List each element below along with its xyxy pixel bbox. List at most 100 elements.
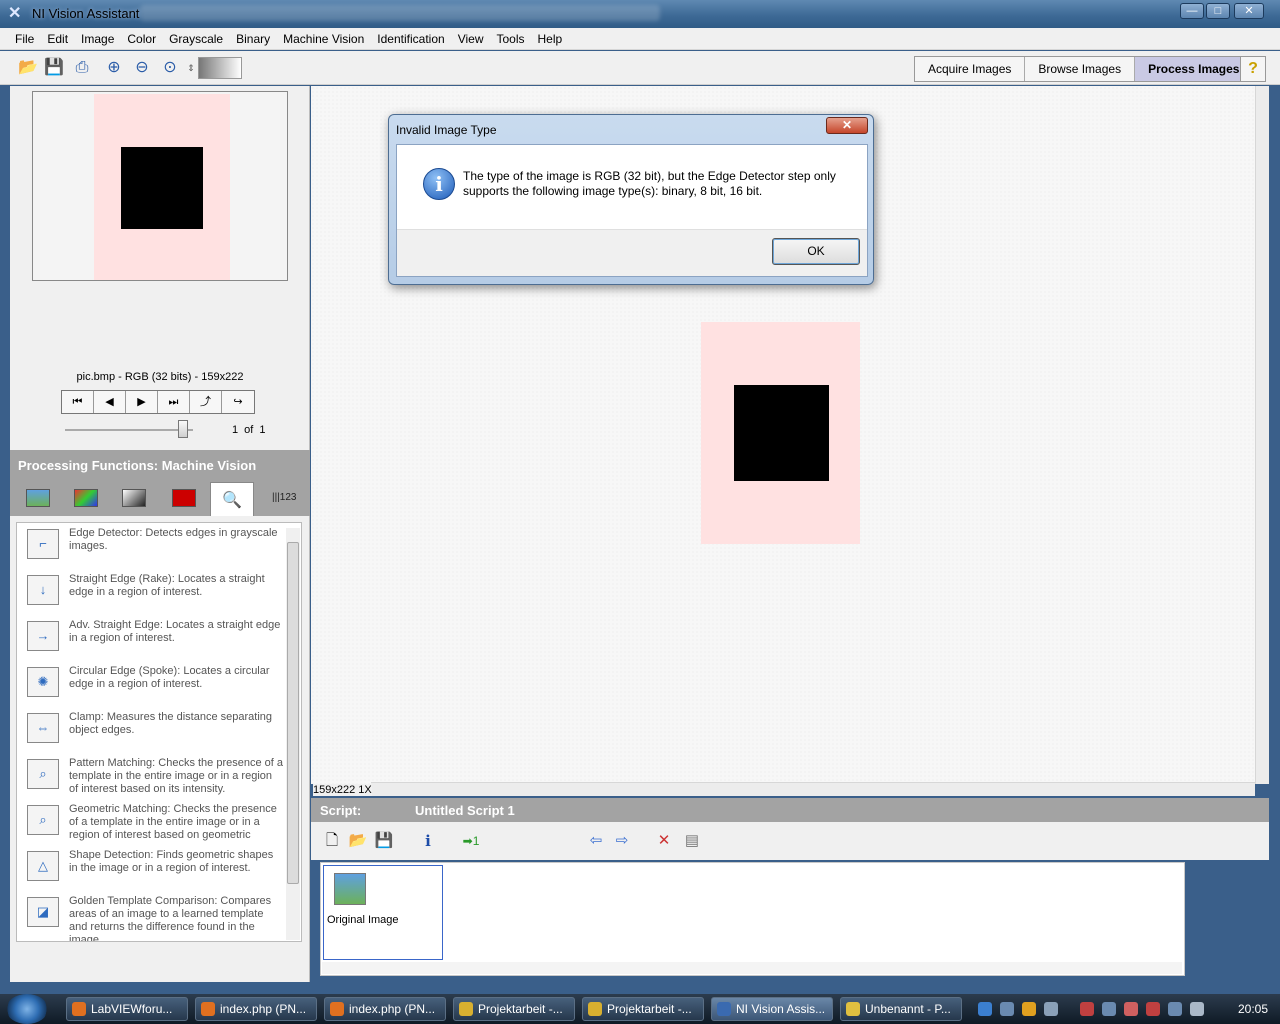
task-index-php-2[interactable]: index.php (PN... bbox=[324, 997, 446, 1021]
functions-scrollbar[interactable] bbox=[286, 528, 300, 940]
menu-identification[interactable]: Identification bbox=[370, 28, 450, 46]
close-button[interactable]: ✕ bbox=[1234, 3, 1264, 19]
function-shape-detection[interactable]: △ Shape Detection: Finds geometric shapes… bbox=[17, 845, 287, 891]
image-counter: 1 of 1 bbox=[232, 424, 271, 436]
menu-view[interactable]: View bbox=[451, 28, 490, 46]
maximize-button[interactable]: □ bbox=[1206, 3, 1230, 19]
open-script-icon[interactable]: 📂 bbox=[345, 828, 371, 854]
script-horizontal-scrollbar[interactable] bbox=[322, 962, 1182, 974]
image-thumbnail[interactable] bbox=[32, 91, 288, 281]
zoom-1-1-icon[interactable]: ⊙ bbox=[158, 55, 182, 81]
canvas-vertical-scrollbar[interactable] bbox=[1255, 86, 1269, 784]
tray-app-icon[interactable] bbox=[1080, 1002, 1094, 1016]
open-image-icon[interactable]: 📂 bbox=[16, 55, 40, 81]
zoom-in-icon[interactable]: ⊕ bbox=[102, 55, 126, 81]
canvas-horizontal-scrollbar[interactable] bbox=[371, 782, 1255, 796]
menu-file[interactable]: File bbox=[8, 28, 40, 46]
move-right-icon[interactable]: ⇨ bbox=[609, 828, 635, 854]
print-icon[interactable]: ⎙ bbox=[70, 55, 94, 81]
palette-gradient[interactable] bbox=[198, 57, 242, 79]
function-circular-edge[interactable]: ✺ Circular Edge (Spoke): Locates a circul… bbox=[17, 661, 287, 707]
script-steps-area: Original Image bbox=[320, 862, 1185, 976]
first-image-icon[interactable]: ⏮ bbox=[62, 391, 94, 413]
function-pattern-matching[interactable]: ⌕ Pattern Matching: Checks the presence o… bbox=[17, 753, 287, 799]
tray-app-icon[interactable] bbox=[1102, 1002, 1116, 1016]
tray-app-icon[interactable] bbox=[1022, 1002, 1036, 1016]
script-step-original-image[interactable]: Original Image bbox=[323, 865, 443, 960]
image-slider-thumb[interactable] bbox=[178, 420, 188, 438]
forward-icon[interactable]: ↪ bbox=[222, 391, 254, 413]
menu-tools[interactable]: Tools bbox=[489, 28, 530, 46]
functions-scrollbar-thumb[interactable] bbox=[287, 542, 299, 884]
run-once-button[interactable]: ➡1 bbox=[457, 828, 485, 854]
tray-app-icon[interactable] bbox=[1146, 1002, 1160, 1016]
process-images-button[interactable]: Process Images bbox=[1135, 57, 1253, 81]
function-clamp[interactable]: ⇔ Clamp: Measures the distance separating… bbox=[17, 707, 287, 753]
script-properties-icon[interactable]: ▤ bbox=[679, 828, 705, 854]
golden-template-icon: ◪ bbox=[27, 897, 59, 927]
tab-machine-vision[interactable]: 🔍 bbox=[210, 482, 254, 516]
save-image-icon[interactable]: 💾 bbox=[42, 55, 66, 81]
tab-binary[interactable] bbox=[162, 482, 206, 514]
tray-app-icon[interactable] bbox=[1124, 1002, 1138, 1016]
window-title: NI Vision Assistant bbox=[32, 6, 140, 21]
previous-image-icon[interactable]: ◀ bbox=[94, 391, 126, 413]
original-image-icon bbox=[334, 873, 366, 905]
tray-app-icon[interactable] bbox=[1000, 1002, 1014, 1016]
task-projektarbeit-1[interactable]: Projektarbeit -... bbox=[453, 997, 575, 1021]
current-image-number: 1 bbox=[232, 424, 239, 436]
function-straight-edge-rake[interactable]: ↓ Straight Edge (Rake): Locates a straigh… bbox=[17, 569, 287, 615]
shape-detection-icon: △ bbox=[27, 851, 59, 881]
acquire-images-button[interactable]: Acquire Images bbox=[915, 57, 1026, 81]
spoke-icon: ✺ bbox=[27, 667, 59, 697]
function-edge-detector[interactable]: ⌐ Edge Detector: Detects edges in graysca… bbox=[17, 523, 287, 569]
menu-edit[interactable]: Edit bbox=[40, 28, 74, 46]
next-image-icon[interactable]: ▶ bbox=[126, 391, 158, 413]
minimize-button[interactable]: — bbox=[1180, 3, 1204, 19]
mode-switcher: Acquire Images Browse Images Process Ima… bbox=[914, 56, 1254, 82]
menu-help[interactable]: Help bbox=[531, 28, 569, 46]
info-icon[interactable]: i bbox=[415, 828, 441, 854]
last-image-icon[interactable]: ⏭ bbox=[158, 391, 190, 413]
tray-app-icon[interactable] bbox=[1044, 1002, 1058, 1016]
browse-images-button[interactable]: Browse Images bbox=[1025, 57, 1136, 81]
return-icon[interactable]: ⤴ bbox=[190, 391, 222, 413]
tab-image[interactable] bbox=[16, 482, 60, 514]
menu-binary[interactable]: Binary bbox=[229, 28, 276, 46]
menu-grayscale[interactable]: Grayscale bbox=[162, 28, 229, 46]
firefox-icon bbox=[72, 1002, 86, 1016]
zoom-out-icon[interactable]: ⊖ bbox=[130, 55, 154, 81]
dialog-close-button[interactable]: ✕ bbox=[826, 117, 868, 134]
firefox-icon bbox=[330, 1002, 344, 1016]
task-labview-forum[interactable]: LabVIEWforu... bbox=[66, 997, 188, 1021]
task-projektarbeit-2[interactable]: Projektarbeit -... bbox=[582, 997, 704, 1021]
new-script-icon[interactable]: 🗋 bbox=[319, 828, 345, 854]
menu-machine-vision[interactable]: Machine Vision bbox=[276, 28, 370, 46]
save-script-icon[interactable]: 💾 bbox=[371, 828, 397, 854]
ok-button[interactable]: OK bbox=[772, 238, 860, 265]
delete-step-icon[interactable]: ✕ bbox=[651, 828, 677, 854]
move-left-icon[interactable]: ⇦ bbox=[583, 828, 609, 854]
rake-icon: ↓ bbox=[27, 575, 59, 605]
palette-spinner-icon[interactable]: ⇕ bbox=[186, 55, 196, 81]
task-unbenannt-paint[interactable]: Unbenannt - P... bbox=[840, 997, 962, 1021]
task-ni-vision-assistant[interactable]: NI Vision Assis... bbox=[711, 997, 833, 1021]
volume-icon[interactable] bbox=[1190, 1002, 1204, 1016]
tab-color[interactable] bbox=[64, 482, 108, 514]
menu-color[interactable]: Color bbox=[120, 28, 162, 46]
tab-grayscale[interactable] bbox=[112, 482, 156, 514]
pattern-matching-icon: ⌕ bbox=[27, 759, 59, 789]
labview-icon bbox=[459, 1002, 473, 1016]
image-slider-track[interactable] bbox=[65, 429, 193, 431]
start-button[interactable] bbox=[6, 994, 48, 1024]
clamp-icon: ⇔ bbox=[27, 713, 59, 743]
help-button[interactable]: ? bbox=[1240, 56, 1266, 82]
function-golden-template[interactable]: ◪ Golden Template Comparison: Compares ar… bbox=[17, 891, 287, 941]
function-adv-straight-edge[interactable]: → Adv. Straight Edge: Locates a straight … bbox=[17, 615, 287, 661]
task-index-php-1[interactable]: index.php (PN... bbox=[195, 997, 317, 1021]
function-geometric-matching[interactable]: ⌕ Geometric Matching: Checks the presence… bbox=[17, 799, 287, 845]
tab-identification[interactable]: |||123 bbox=[262, 482, 306, 514]
network-icon[interactable] bbox=[1168, 1002, 1182, 1016]
ie-icon[interactable] bbox=[978, 1002, 992, 1016]
menu-image[interactable]: Image bbox=[74, 28, 120, 46]
